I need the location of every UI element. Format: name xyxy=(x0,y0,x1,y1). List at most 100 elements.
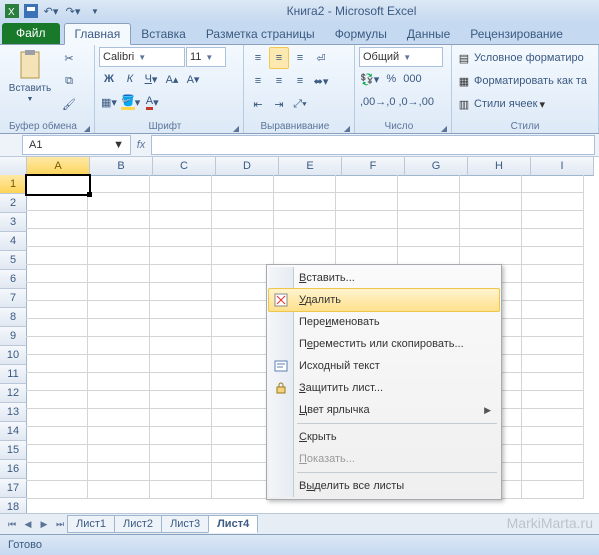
cell[interactable] xyxy=(212,463,274,481)
cell[interactable] xyxy=(26,391,88,409)
tab-review[interactable]: Рецензирование xyxy=(460,24,573,44)
cell[interactable] xyxy=(88,481,150,499)
tab-file[interactable]: Файл xyxy=(2,23,60,44)
cell[interactable] xyxy=(212,445,274,463)
sheet-tab[interactable]: Лист1 xyxy=(67,515,115,533)
comma-icon[interactable]: 000 xyxy=(402,68,422,90)
menu-view-code[interactable]: Исходный текст xyxy=(269,355,499,377)
align-bottom-icon[interactable]: ≡ xyxy=(290,47,310,69)
copy-icon[interactable]: ⧉ xyxy=(59,70,79,92)
align-top-icon[interactable]: ≡ xyxy=(248,47,268,69)
cell[interactable] xyxy=(26,337,88,355)
row-header[interactable]: 11 xyxy=(0,365,27,384)
cell[interactable] xyxy=(212,301,274,319)
cell[interactable] xyxy=(150,355,212,373)
cell[interactable] xyxy=(398,211,460,229)
cell[interactable] xyxy=(150,283,212,301)
format-as-table-icon[interactable]: ▦ xyxy=(456,73,472,89)
clipboard-dialog-icon[interactable]: ◢ xyxy=(84,124,90,133)
row-header[interactable]: 7 xyxy=(0,289,27,308)
cell[interactable] xyxy=(150,373,212,391)
undo-icon[interactable]: ↶▾ xyxy=(41,0,61,22)
cell[interactable] xyxy=(26,445,88,463)
name-box[interactable]: A1▼ xyxy=(22,135,131,155)
cell[interactable] xyxy=(460,229,522,247)
cell[interactable] xyxy=(88,373,150,391)
sheet-tab[interactable]: Лист4 xyxy=(208,515,258,533)
cell[interactable] xyxy=(522,229,584,247)
cell[interactable] xyxy=(150,409,212,427)
number-format-combo[interactable]: Общий▼ xyxy=(359,47,443,67)
percent-icon[interactable]: % xyxy=(381,68,401,90)
cell[interactable] xyxy=(212,337,274,355)
cell[interactable] xyxy=(88,445,150,463)
cell[interactable] xyxy=(398,175,460,193)
cell[interactable] xyxy=(398,229,460,247)
cell[interactable] xyxy=(88,247,150,265)
cell[interactable] xyxy=(88,427,150,445)
cell[interactable] xyxy=(26,247,88,265)
underline-button[interactable]: Ч▾ xyxy=(141,68,161,90)
cell[interactable] xyxy=(26,481,88,499)
column-header[interactable]: A xyxy=(27,157,90,177)
cell[interactable] xyxy=(522,337,584,355)
increase-indent-icon[interactable]: ⇥ xyxy=(269,93,289,115)
merge-icon[interactable]: ⬌▾ xyxy=(311,70,331,92)
row-header[interactable]: 5 xyxy=(0,251,27,270)
format-painter-icon[interactable]: 🖌 xyxy=(59,93,79,115)
cell[interactable] xyxy=(88,301,150,319)
cell[interactable] xyxy=(460,175,522,193)
row-header[interactable]: 15 xyxy=(0,441,27,460)
cell[interactable] xyxy=(336,175,398,193)
cell[interactable] xyxy=(150,481,212,499)
font-dialog-icon[interactable]: ◢ xyxy=(233,124,239,133)
cell[interactable] xyxy=(522,301,584,319)
cell[interactable] xyxy=(26,265,88,283)
cell[interactable] xyxy=(150,463,212,481)
menu-rename[interactable]: Переименовать xyxy=(269,311,499,333)
cell[interactable] xyxy=(212,481,274,499)
cell[interactable] xyxy=(336,247,398,265)
row-header[interactable]: 3 xyxy=(0,213,27,232)
cell[interactable] xyxy=(212,175,274,193)
column-header[interactable]: C xyxy=(153,157,216,176)
column-header[interactable]: B xyxy=(90,157,153,176)
row-header[interactable]: 18 xyxy=(0,498,27,513)
cell[interactable] xyxy=(212,229,274,247)
qat-customize-icon[interactable]: ▼ xyxy=(85,0,105,22)
cell[interactable] xyxy=(150,211,212,229)
cell[interactable] xyxy=(88,211,150,229)
cell[interactable] xyxy=(212,409,274,427)
tab-insert[interactable]: Вставка xyxy=(131,24,196,44)
cell[interactable] xyxy=(88,283,150,301)
number-dialog-icon[interactable]: ◢ xyxy=(441,124,447,133)
column-header[interactable]: G xyxy=(405,157,468,176)
menu-insert[interactable]: Вставить... xyxy=(269,267,499,289)
column-header[interactable]: H xyxy=(468,157,531,176)
cell[interactable] xyxy=(26,463,88,481)
cell[interactable] xyxy=(398,193,460,211)
cell[interactable] xyxy=(522,463,584,481)
save-icon[interactable] xyxy=(23,3,39,19)
menu-hide[interactable]: Скрыть xyxy=(269,426,499,448)
cell[interactable] xyxy=(522,193,584,211)
tab-formulas[interactable]: Формулы xyxy=(325,24,397,44)
cell[interactable] xyxy=(26,373,88,391)
menu-select-all-sheets[interactable]: Выделить все листы xyxy=(269,475,499,497)
redo-icon[interactable]: ↷▾ xyxy=(63,0,83,22)
cell[interactable] xyxy=(398,247,460,265)
cell[interactable] xyxy=(150,391,212,409)
cell[interactable] xyxy=(522,319,584,337)
cell[interactable] xyxy=(26,283,88,301)
bold-button[interactable]: Ж xyxy=(99,68,119,90)
font-size-combo[interactable]: 11▼ xyxy=(186,47,226,67)
cell[interactable] xyxy=(150,301,212,319)
menu-tab-color[interactable]: Цвет ярлычка▶ xyxy=(269,399,499,421)
font-name-combo[interactable]: Calibri▼ xyxy=(99,47,185,67)
cell[interactable] xyxy=(522,265,584,283)
sheet-nav-last-icon[interactable]: ⏭ xyxy=(52,516,68,532)
fill-color-icon[interactable]: 🪣▾ xyxy=(120,91,141,113)
menu-delete[interactable]: Удалить xyxy=(268,288,500,312)
row-header[interactable]: 2 xyxy=(0,194,27,213)
cell[interactable] xyxy=(274,229,336,247)
